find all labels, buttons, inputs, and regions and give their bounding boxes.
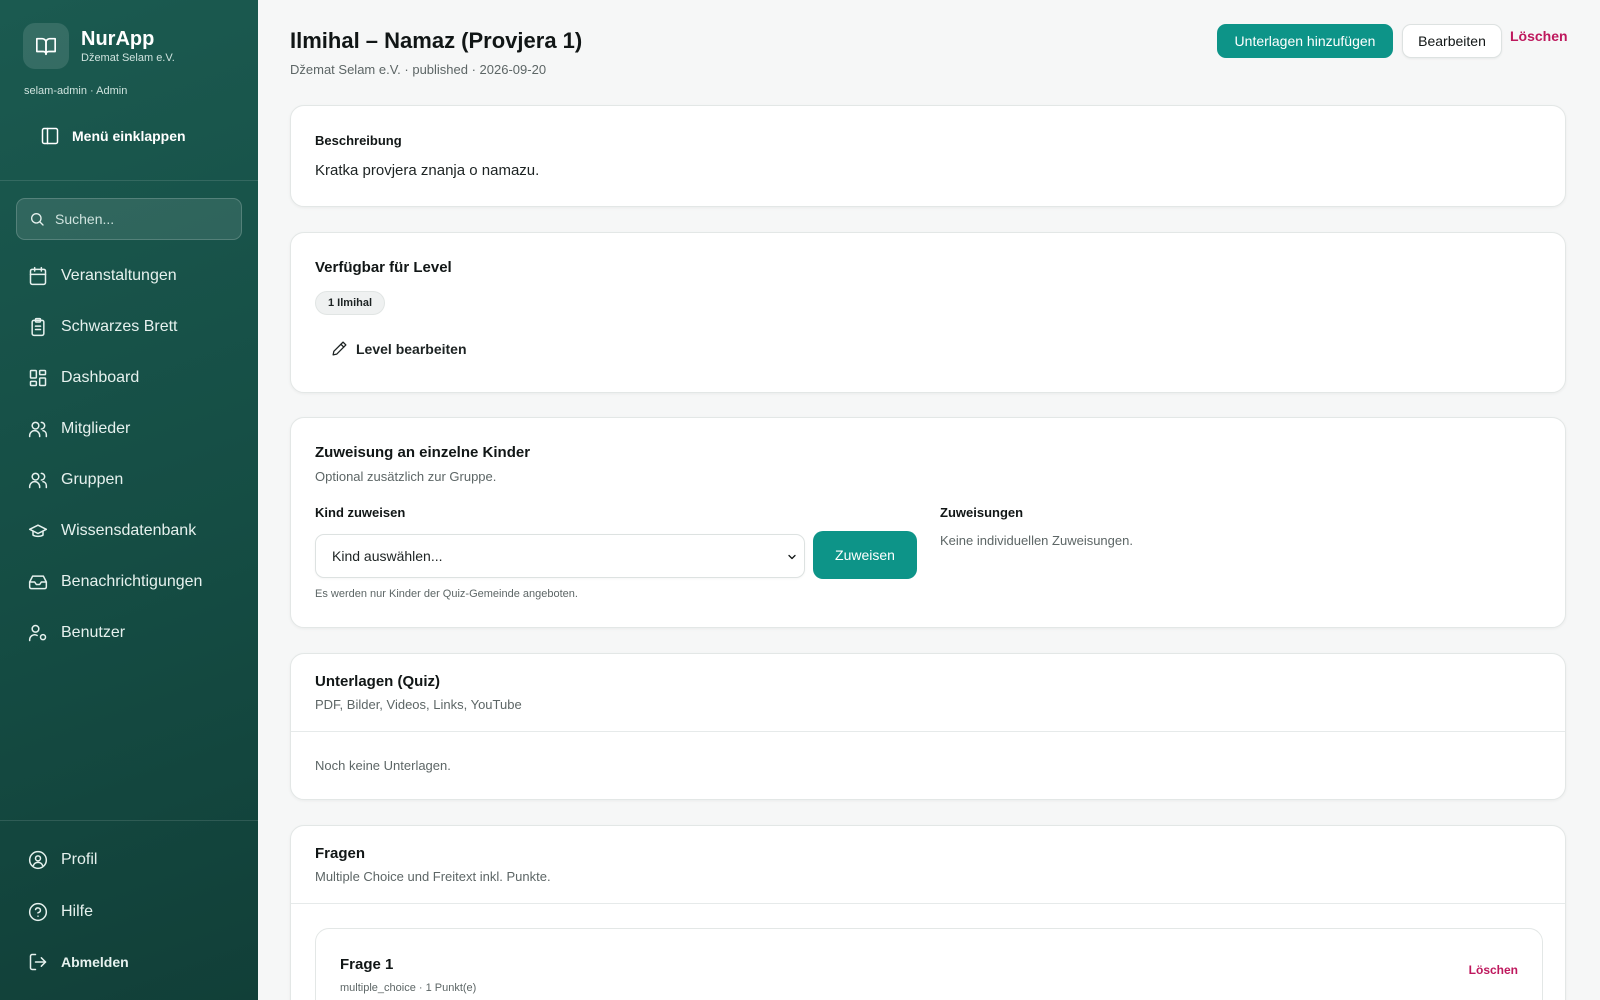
questions-heading: Fragen [315, 845, 366, 862]
users-icon [28, 472, 48, 489]
user-circle-icon [28, 850, 48, 870]
sidebar-item-label: Gruppen [61, 471, 124, 488]
sidebar-item-label: Schwarzes Brett [61, 318, 178, 335]
sidebar-item-benachrichtigungen[interactable]: Benachrichtigungen [28, 569, 202, 595]
sidebar-item-label: Dashboard [61, 369, 140, 386]
logout-icon [29, 953, 47, 971]
materials-heading: Unterlagen (Quiz) [315, 673, 441, 690]
assignment-card: Zuweisung an einzelne Kinder Optional zu… [290, 417, 1566, 628]
sidebar-item-mitglieder[interactable]: Mitglieder [28, 416, 130, 442]
question-item: Frage 1 multiple_choice · 1 Punkt(e) Lös… [315, 928, 1543, 1000]
delete-link[interactable]: Löschen [1510, 28, 1568, 44]
assign-button[interactable]: Zuweisen [813, 531, 917, 579]
questions-divider [291, 903, 1565, 904]
description-card: Beschreibung Kratka provjera znanja o na… [290, 105, 1566, 207]
sidebar-item-veranstaltungen[interactable]: Veranstaltungen [28, 263, 177, 289]
kind-select[interactable]: Kind auswählen... [315, 534, 805, 578]
user-line: selam-admin · Admin [24, 85, 128, 97]
users-icon [28, 421, 48, 438]
level-badge: 1 Ilmihal [315, 291, 386, 315]
collapse-menu-label: Menü einklappen [72, 128, 186, 144]
sidebar-item-wissensdatenbank[interactable]: Wissensdatenbank [28, 518, 196, 544]
levels-card: Verfügbar für Level 1 Ilmihal Level bear… [290, 232, 1566, 393]
materials-divider [291, 731, 1565, 732]
description-text: Kratka provjera znanja o namazu. [315, 162, 540, 179]
add-materials-button[interactable]: Unterlagen hinzufügen [1217, 24, 1393, 58]
sidebar-item-dashboard[interactable]: Dashboard [28, 365, 139, 391]
sidebar-item-label: Mitglieder [61, 420, 131, 437]
page-meta: Džemat Selam e.V. · published · 2026-09-… [290, 62, 547, 77]
sidebar-item-schwarzes-brett[interactable]: Schwarzes Brett [28, 314, 177, 340]
sidebar-item-benutzer[interactable]: Benutzer [28, 620, 125, 646]
graduation-cap-icon [28, 524, 48, 538]
sidebar-item-label: Benutzer [61, 624, 126, 641]
assignment-heading: Zuweisung an einzelne Kinder [315, 444, 531, 461]
sidebar-item-label: Profil [61, 851, 98, 868]
kind-select-value: Kind auswählen... [332, 548, 443, 564]
edit-level-label: Level bearbeiten [356, 340, 467, 357]
sidebar-item-profil[interactable]: Profil [28, 847, 97, 873]
pencil-icon [332, 341, 347, 356]
questions-card: Fragen Multiple Choice und Freitext inkl… [290, 825, 1566, 1000]
description-heading: Beschreibung [315, 133, 402, 148]
edit-button[interactable]: Bearbeiten [1402, 24, 1502, 58]
sidebar-search[interactable] [16, 198, 242, 240]
search-input[interactable] [55, 211, 225, 227]
edit-level-button[interactable]: Level bearbeiten [331, 340, 467, 357]
sidebar: NurApp Džemat Selam e.V. selam-admin · A… [0, 0, 258, 1000]
sidebar-item-label: Hilfe [61, 903, 94, 920]
org-name: Džemat Selam e.V. [81, 52, 175, 64]
sidebar-divider [0, 820, 258, 821]
search-icon [31, 213, 44, 226]
materials-card: Unterlagen (Quiz) PDF, Bilder, Videos, L… [290, 653, 1566, 800]
inbox-icon [28, 575, 48, 590]
question-title: Frage 1 [340, 956, 394, 973]
collapse-menu-button[interactable]: Menü einklappen [40, 126, 186, 146]
book-open-icon [23, 23, 69, 69]
kind-label: Kind zuweisen [315, 505, 406, 520]
assignment-subtitle: Optional zusätzlich zur Gruppe. [315, 469, 497, 484]
materials-subtitle: PDF, Bilder, Videos, Links, YouTube [315, 697, 522, 712]
page-title: Ilmihal – Namaz (Provjera 1) [290, 28, 583, 53]
sidebar-item-label: Wissensdatenbank [61, 522, 197, 539]
questions-subtitle: Multiple Choice und Freitext inkl. Punkt… [315, 869, 551, 884]
levels-heading: Verfügbar für Level [315, 259, 452, 276]
app-name: NurApp [81, 28, 155, 50]
calendar-icon [29, 266, 47, 286]
sidebar-item-label: Benachrichtigungen [61, 573, 203, 590]
sidebar-divider [0, 180, 258, 181]
user-cog-icon [28, 624, 47, 642]
sidebar-item-label: Veranstaltungen [61, 267, 177, 284]
question-meta: multiple_choice · 1 Punkt(e) [340, 982, 477, 994]
clipboard-icon [31, 317, 45, 337]
assignments-empty: Keine individuellen Zuweisungen. [940, 533, 1133, 548]
logout-button[interactable]: Abmelden [28, 949, 129, 975]
sidebar-item-hilfe[interactable]: Hilfe [28, 899, 93, 925]
materials-empty: Noch keine Unterlagen. [315, 758, 451, 773]
grid-icon [29, 369, 47, 387]
sidebar-item-label: Abmelden [61, 954, 129, 970]
brand: NurApp Džemat Selam e.V. [23, 23, 175, 69]
assignment-hint: Es werden nur Kinder der Quiz-Gemeinde a… [315, 588, 578, 600]
help-circle-icon [28, 902, 48, 922]
chevron-down-icon [788, 554, 796, 560]
sidebar-panel-icon [41, 127, 59, 145]
question-delete-link[interactable]: Löschen [1469, 963, 1518, 977]
assignments-label: Zuweisungen [940, 505, 1024, 520]
sidebar-item-gruppen[interactable]: Gruppen [28, 467, 123, 493]
